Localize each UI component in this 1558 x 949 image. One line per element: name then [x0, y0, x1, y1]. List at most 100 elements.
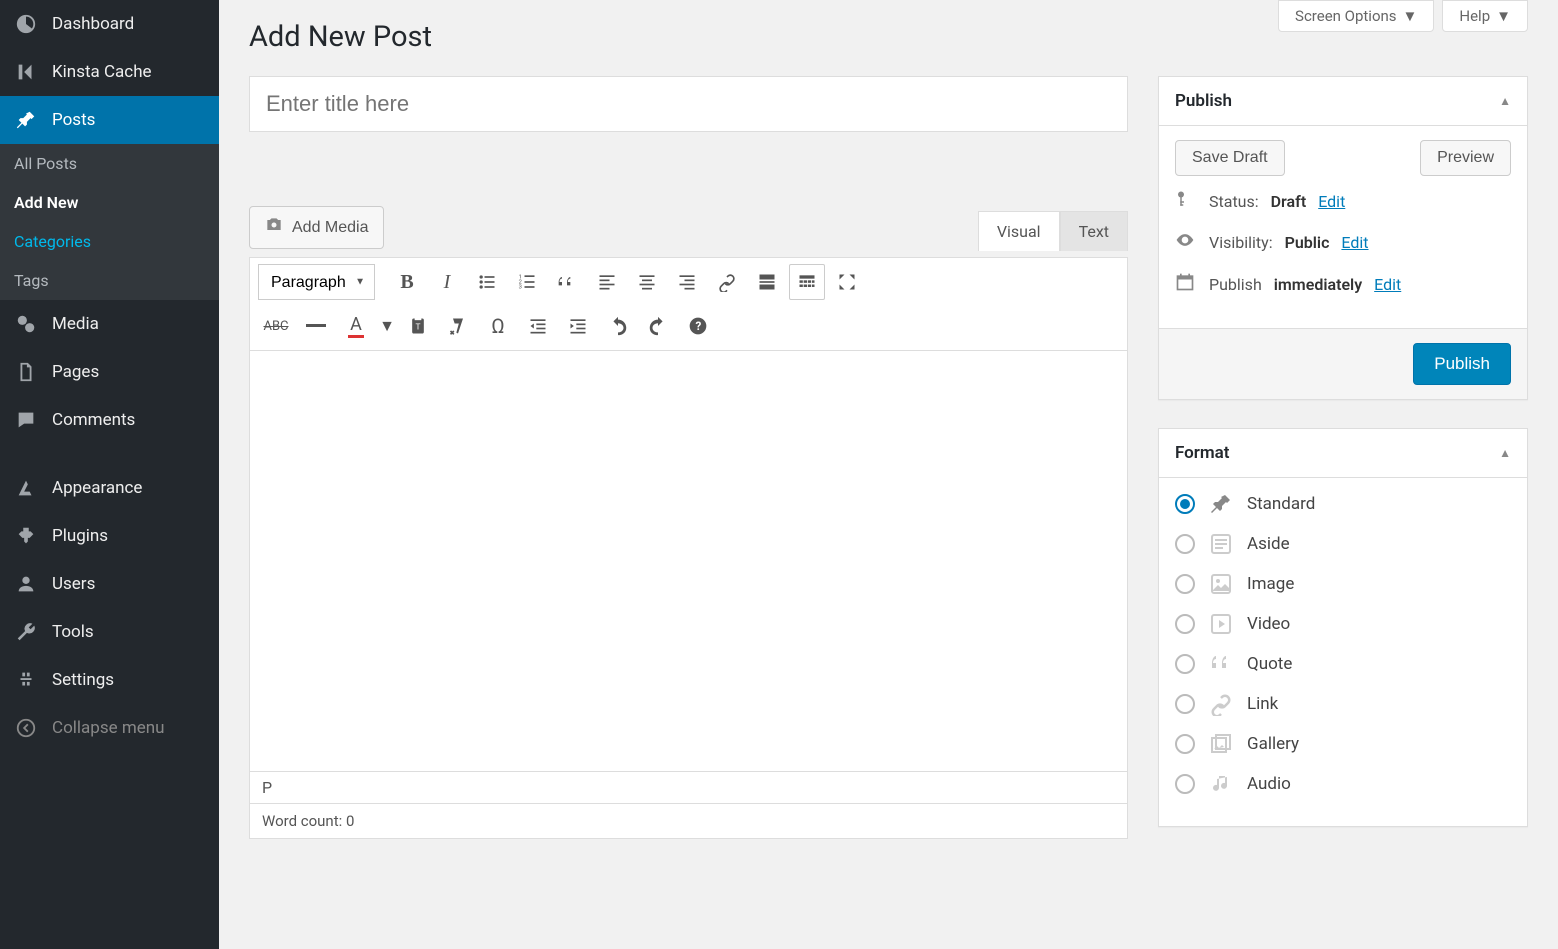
- collapse-icon[interactable]: ▲: [1499, 94, 1511, 108]
- visibility-value: Public: [1285, 233, 1330, 252]
- bold-button[interactable]: B: [389, 264, 425, 300]
- align-left-button[interactable]: [589, 264, 625, 300]
- indent-button[interactable]: [560, 308, 596, 344]
- svg-text:?: ?: [696, 319, 702, 333]
- format-option-audio[interactable]: Audio: [1175, 772, 1511, 796]
- radio-icon[interactable]: [1175, 574, 1195, 594]
- sidebar-collapse[interactable]: Collapse menu: [0, 704, 219, 752]
- format-label: Quote: [1247, 654, 1292, 674]
- format-label: Audio: [1247, 774, 1291, 794]
- schedule-label: Publish: [1209, 275, 1262, 294]
- collapse-icon: [14, 716, 38, 740]
- clear-formatting-button[interactable]: [440, 308, 476, 344]
- submenu-add-new[interactable]: Add New: [0, 183, 219, 222]
- radio-icon[interactable]: [1175, 614, 1195, 634]
- format-label: Aside: [1247, 534, 1290, 554]
- strikethrough-button[interactable]: ABC: [258, 308, 294, 344]
- sidebar-item-posts[interactable]: Posts: [0, 96, 219, 144]
- edit-visibility-link[interactable]: Edit: [1341, 233, 1368, 252]
- radio-icon[interactable]: [1175, 654, 1195, 674]
- radio-icon[interactable]: [1175, 694, 1195, 714]
- format-label: Link: [1247, 694, 1278, 714]
- post-title-input[interactable]: [249, 76, 1128, 132]
- publish-button[interactable]: Publish: [1413, 343, 1511, 385]
- text-color-dropdown[interactable]: ▼: [378, 308, 396, 344]
- numbered-list-button[interactable]: 123: [509, 264, 545, 300]
- submenu-categories[interactable]: Categories: [0, 222, 219, 261]
- blockquote-button[interactable]: [549, 264, 585, 300]
- format-label: Image: [1247, 574, 1294, 594]
- submenu-all-posts[interactable]: All Posts: [0, 144, 219, 183]
- audio-icon: [1209, 772, 1233, 796]
- format-option-gallery[interactable]: Gallery: [1175, 732, 1511, 756]
- text-color-button[interactable]: A: [338, 308, 374, 344]
- status-value: Draft: [1271, 192, 1307, 211]
- sidebar-item-plugins[interactable]: Plugins: [0, 512, 219, 560]
- sidebar-label: Media: [52, 314, 99, 334]
- dashboard-icon: [14, 12, 38, 36]
- fullscreen-button[interactable]: [829, 264, 865, 300]
- align-center-button[interactable]: [629, 264, 665, 300]
- save-draft-button[interactable]: Save Draft: [1175, 140, 1285, 176]
- format-option-quote[interactable]: Quote: [1175, 652, 1511, 676]
- format-option-link[interactable]: Link: [1175, 692, 1511, 716]
- admin-sidebar: Dashboard Kinsta Cache Posts All Posts A…: [0, 0, 219, 949]
- radio-icon[interactable]: [1175, 494, 1195, 514]
- read-more-button[interactable]: [749, 264, 785, 300]
- sidebar-label: Tools: [52, 622, 94, 642]
- undo-button[interactable]: [600, 308, 636, 344]
- submenu-tags[interactable]: Tags: [0, 261, 219, 300]
- sidebar-item-tools[interactable]: Tools: [0, 608, 219, 656]
- add-media-label: Add Media: [292, 219, 369, 237]
- format-option-aside[interactable]: Aside: [1175, 532, 1511, 556]
- text-tab[interactable]: Text: [1060, 211, 1128, 251]
- sidebar-item-settings[interactable]: Settings: [0, 656, 219, 704]
- help-tab[interactable]: Help ▼: [1442, 0, 1528, 32]
- toolbar-toggle-button[interactable]: [789, 264, 825, 300]
- hr-button[interactable]: [298, 308, 334, 344]
- paste-text-button[interactable]: T: [400, 308, 436, 344]
- visual-tab[interactable]: Visual: [978, 211, 1060, 251]
- sidebar-item-users[interactable]: Users: [0, 560, 219, 608]
- svg-text:3: 3: [519, 285, 522, 291]
- screen-options-tab[interactable]: Screen Options ▼: [1278, 0, 1434, 32]
- format-option-standard[interactable]: Standard: [1175, 492, 1511, 516]
- align-right-button[interactable]: [669, 264, 705, 300]
- sidebar-item-media[interactable]: Media: [0, 300, 219, 348]
- radio-icon[interactable]: [1175, 534, 1195, 554]
- sidebar-item-appearance[interactable]: Appearance: [0, 464, 219, 512]
- italic-button[interactable]: I: [429, 264, 465, 300]
- edit-status-link[interactable]: Edit: [1318, 192, 1345, 211]
- screen-options-label: Screen Options: [1295, 7, 1397, 25]
- editor-content[interactable]: [250, 351, 1127, 771]
- collapse-icon[interactable]: ▲: [1499, 446, 1511, 460]
- tools-icon: [14, 620, 38, 644]
- visibility-label: Visibility:: [1209, 233, 1273, 252]
- sidebar-item-kinsta[interactable]: Kinsta Cache: [0, 48, 219, 96]
- sidebar-item-dashboard[interactable]: Dashboard: [0, 0, 219, 48]
- bullet-list-button[interactable]: [469, 264, 505, 300]
- format-title: Format: [1175, 443, 1230, 463]
- preview-button[interactable]: Preview: [1420, 140, 1511, 176]
- paragraph-format-select[interactable]: Paragraph: [258, 264, 375, 300]
- special-char-button[interactable]: Ω: [480, 308, 516, 344]
- edit-schedule-link[interactable]: Edit: [1374, 275, 1401, 294]
- users-icon: [14, 572, 38, 596]
- redo-button[interactable]: [640, 308, 676, 344]
- sidebar-item-pages[interactable]: Pages: [0, 348, 219, 396]
- eye-icon: [1175, 230, 1197, 254]
- format-option-image[interactable]: Image: [1175, 572, 1511, 596]
- link-button[interactable]: [709, 264, 745, 300]
- add-media-button[interactable]: Add Media: [249, 206, 384, 249]
- help-button[interactable]: ?: [680, 308, 716, 344]
- outdent-button[interactable]: [520, 308, 556, 344]
- image-icon: [1209, 572, 1233, 596]
- help-label: Help: [1459, 7, 1490, 25]
- standard-icon: [1209, 492, 1233, 516]
- schedule-value: immediately: [1274, 275, 1362, 294]
- radio-icon[interactable]: [1175, 734, 1195, 754]
- sidebar-label: Settings: [52, 670, 114, 690]
- radio-icon[interactable]: [1175, 774, 1195, 794]
- format-option-video[interactable]: Video: [1175, 612, 1511, 636]
- sidebar-item-comments[interactable]: Comments: [0, 396, 219, 444]
